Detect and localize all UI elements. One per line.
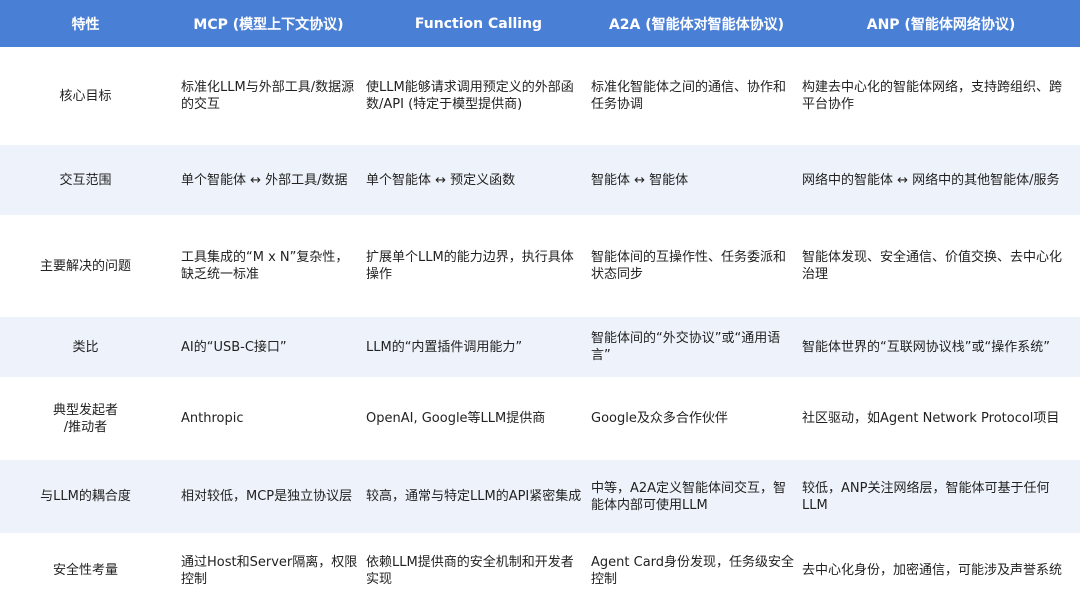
header-mcp: MCP (模型上下文协议) bbox=[171, 0, 366, 47]
a2a-cell: 中等，A2A定义智能体间交互，智能体内部可使用LLM bbox=[591, 460, 802, 533]
a2a-cell: 智能体间的互操作性、任务委派和状态同步 bbox=[591, 215, 802, 317]
table-row: 类比 AI的“USB-C接口” LLM的“内置插件调用能力” 智能体间的“外交协… bbox=[0, 317, 1080, 377]
a2a-cell: Agent Card身份发现，任务级安全控制 bbox=[591, 533, 802, 608]
header-function-calling: Function Calling bbox=[366, 0, 591, 47]
anp-cell: 去中心化身份，加密通信，可能涉及声誉系统 bbox=[802, 533, 1080, 608]
feature-cell: 安全性考量 bbox=[0, 533, 171, 608]
mcp-cell: 相对较低，MCP是独立协议层 bbox=[171, 460, 366, 533]
table-row: 与LLM的耦合度 相对较低，MCP是独立协议层 较高，通常与特定LLM的API紧… bbox=[0, 460, 1080, 533]
feature-cell: 交互范围 bbox=[0, 145, 171, 215]
anp-cell: 构建去中心化的智能体网络，支持跨组织、跨平台协作 bbox=[802, 47, 1080, 145]
table-header: 特性 MCP (模型上下文协议) Function Calling A2A (智… bbox=[0, 0, 1080, 47]
function-calling-cell: 依赖LLM提供商的安全机制和开发者实现 bbox=[366, 533, 591, 608]
feature-cell: 核心目标 bbox=[0, 47, 171, 145]
mcp-cell: 通过Host和Server隔离，权限控制 bbox=[171, 533, 366, 608]
table-row: 典型发起者 /推动者 Anthropic OpenAI, Google等LLM提… bbox=[0, 377, 1080, 460]
table-body: 核心目标 标准化LLM与外部工具/数据源的交互 使LLM能够请求调用预定义的外部… bbox=[0, 47, 1080, 608]
function-calling-cell: OpenAI, Google等LLM提供商 bbox=[366, 377, 591, 460]
mcp-cell: 标准化LLM与外部工具/数据源的交互 bbox=[171, 47, 366, 145]
anp-cell: 社区驱动，如Agent Network Protocol项目 bbox=[802, 377, 1080, 460]
feature-cell: 与LLM的耦合度 bbox=[0, 460, 171, 533]
mcp-cell: 单个智能体 ↔ 外部工具/数据 bbox=[171, 145, 366, 215]
function-calling-cell: LLM的“内置插件调用能力” bbox=[366, 317, 591, 377]
table-row: 主要解决的问题 工具集成的“M x N”复杂性，缺乏统一标准 扩展单个LLM的能… bbox=[0, 215, 1080, 317]
a2a-cell: 标准化智能体之间的通信、协作和任务协调 bbox=[591, 47, 802, 145]
anp-cell: 网络中的智能体 ↔ 网络中的其他智能体/服务 bbox=[802, 145, 1080, 215]
a2a-cell: 智能体间的“外交协议”或“通用语言” bbox=[591, 317, 802, 377]
mcp-cell: AI的“USB-C接口” bbox=[171, 317, 366, 377]
feature-cell: 主要解决的问题 bbox=[0, 215, 171, 317]
a2a-cell: 智能体 ↔ 智能体 bbox=[591, 145, 802, 215]
mcp-cell: 工具集成的“M x N”复杂性，缺乏统一标准 bbox=[171, 215, 366, 317]
header-feature: 特性 bbox=[0, 0, 171, 47]
table-row: 交互范围 单个智能体 ↔ 外部工具/数据 单个智能体 ↔ 预定义函数 智能体 ↔… bbox=[0, 145, 1080, 215]
anp-cell: 智能体世界的“互联网协议栈”或“操作系统” bbox=[802, 317, 1080, 377]
function-calling-cell: 单个智能体 ↔ 预定义函数 bbox=[366, 145, 591, 215]
header-anp: ANP (智能体网络协议) bbox=[802, 0, 1080, 47]
anp-cell: 智能体发现、安全通信、价值交换、去中心化治理 bbox=[802, 215, 1080, 317]
header-a2a: A2A (智能体对智能体协议) bbox=[591, 0, 802, 47]
header-row: 特性 MCP (模型上下文协议) Function Calling A2A (智… bbox=[0, 0, 1080, 47]
function-calling-cell: 使LLM能够请求调用预定义的外部函数/API (特定于模型提供商) bbox=[366, 47, 591, 145]
anp-cell: 较低，ANP关注网络层，智能体可基于任何LLM bbox=[802, 460, 1080, 533]
feature-cell: 典型发起者 /推动者 bbox=[0, 377, 171, 460]
feature-cell: 类比 bbox=[0, 317, 171, 377]
a2a-cell: Google及众多合作伙伴 bbox=[591, 377, 802, 460]
protocol-comparison-table: 特性 MCP (模型上下文协议) Function Calling A2A (智… bbox=[0, 0, 1080, 608]
table-row: 核心目标 标准化LLM与外部工具/数据源的交互 使LLM能够请求调用预定义的外部… bbox=[0, 47, 1080, 145]
function-calling-cell: 扩展单个LLM的能力边界，执行具体操作 bbox=[366, 215, 591, 317]
function-calling-cell: 较高，通常与特定LLM的API紧密集成 bbox=[366, 460, 591, 533]
table-row: 安全性考量 通过Host和Server隔离，权限控制 依赖LLM提供商的安全机制… bbox=[0, 533, 1080, 608]
mcp-cell: Anthropic bbox=[171, 377, 366, 460]
